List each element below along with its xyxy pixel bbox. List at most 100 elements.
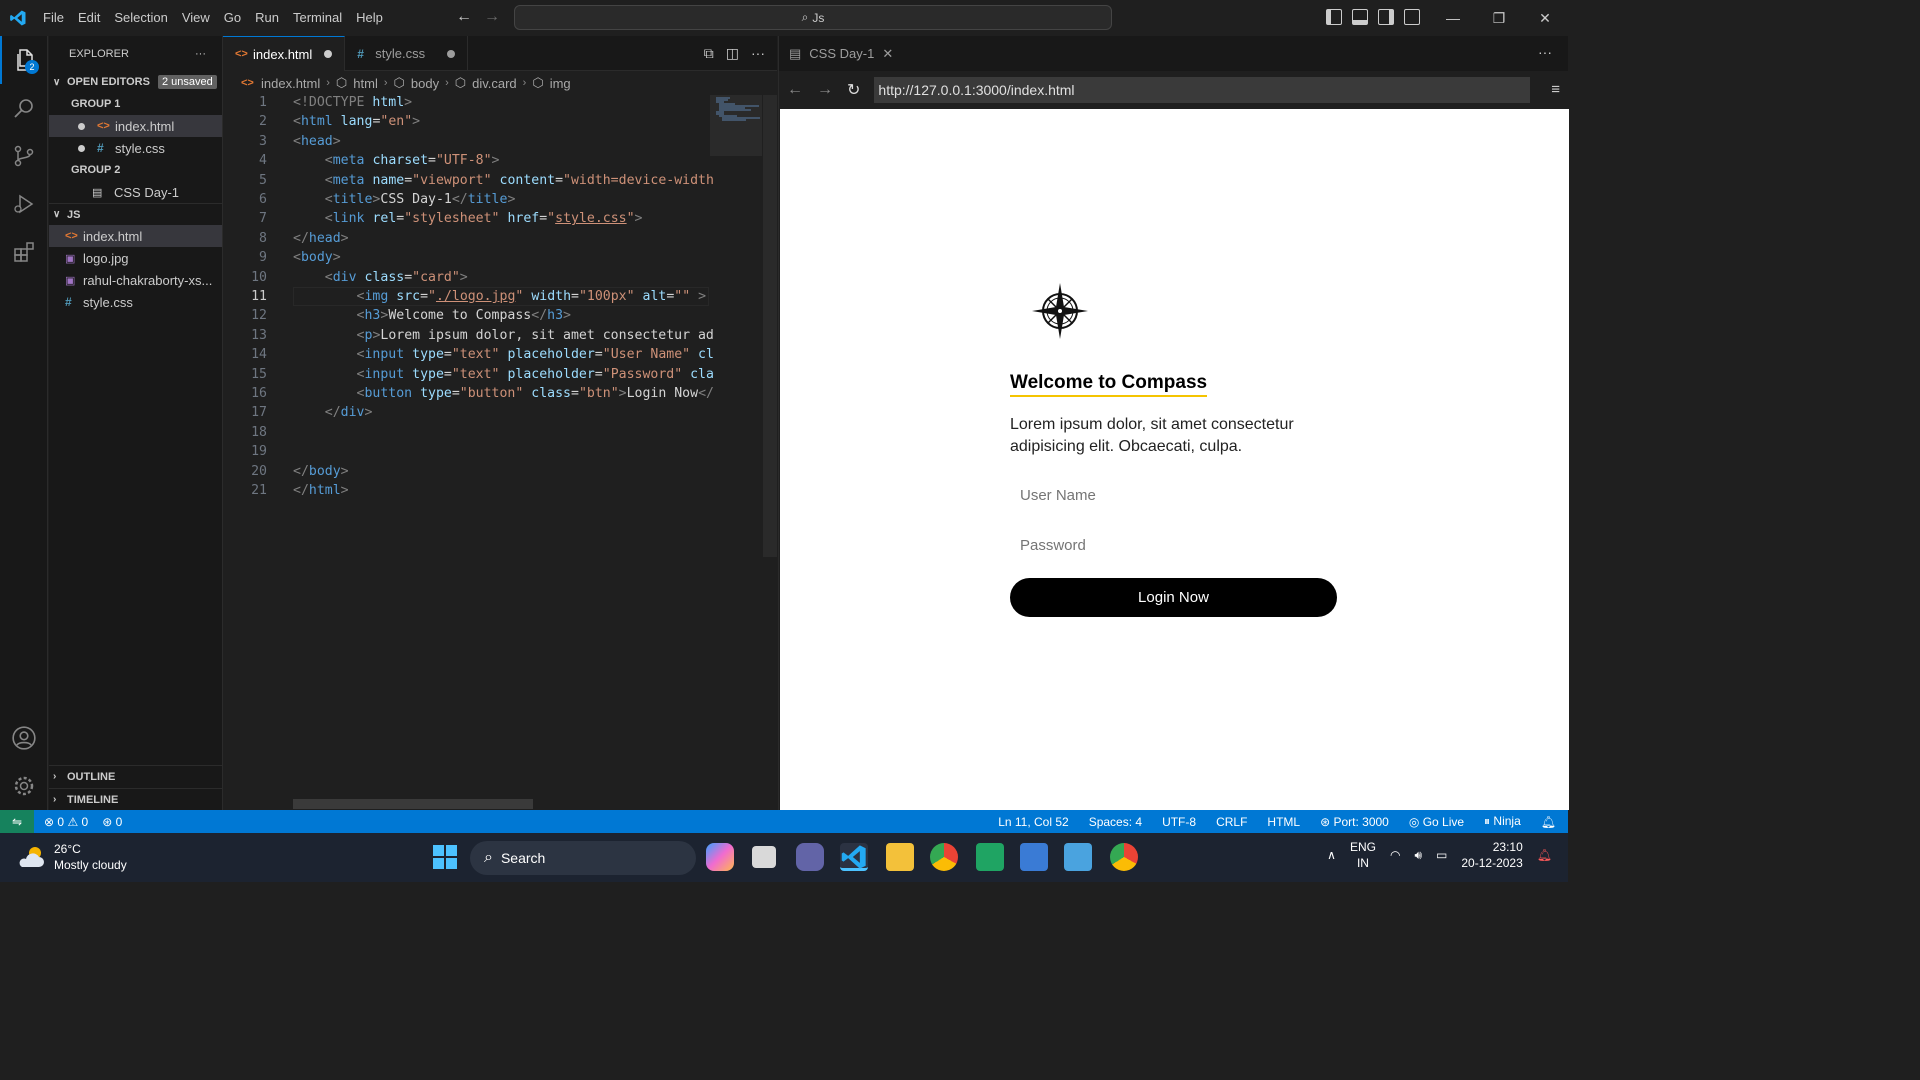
horizontal-scrollbar[interactable] bbox=[293, 799, 533, 809]
manage-activity[interactable] bbox=[0, 762, 48, 810]
search-activity[interactable] bbox=[0, 84, 48, 132]
username-input[interactable] bbox=[1010, 478, 1336, 512]
line-number[interactable]: 11 bbox=[223, 289, 267, 304]
tab-css-day-1[interactable]: ▤ CSS Day-1 ✕ bbox=[779, 36, 904, 71]
line-number[interactable]: 17 bbox=[223, 405, 267, 420]
wifi-icon[interactable]: ◠ bbox=[1390, 848, 1400, 862]
cursor-position[interactable]: Ln 11, Col 52 bbox=[998, 815, 1069, 829]
command-center[interactable]: ⌕ Js bbox=[514, 5, 1112, 30]
line-number[interactable]: 3 bbox=[223, 134, 267, 149]
split-editor-icon[interactable]: ◫ bbox=[726, 45, 739, 62]
line-number[interactable]: 7 bbox=[223, 211, 267, 226]
vertical-scrollbar[interactable] bbox=[763, 95, 777, 557]
line-number[interactable]: 4 bbox=[223, 153, 267, 168]
restore-icon[interactable]: ❐ bbox=[1476, 0, 1522, 36]
line-number[interactable]: 5 bbox=[223, 173, 267, 188]
close-icon[interactable]: ✕ bbox=[1522, 0, 1568, 36]
password-input[interactable] bbox=[1010, 528, 1336, 562]
more-actions-icon[interactable]: ··· bbox=[1538, 44, 1552, 60]
timeline-section[interactable]: › TIMELINE bbox=[49, 788, 222, 810]
forward-arrow-icon[interactable]: → bbox=[817, 81, 833, 99]
customize-layout-icon[interactable] bbox=[1404, 9, 1420, 25]
file-item[interactable]: # style.css bbox=[49, 291, 222, 313]
menu-run[interactable]: Run bbox=[248, 0, 286, 36]
line-number[interactable]: 13 bbox=[223, 328, 267, 343]
line-ending[interactable]: CRLF bbox=[1216, 815, 1247, 829]
back-arrow-icon[interactable]: ← bbox=[456, 8, 472, 26]
back-arrow-icon[interactable]: ← bbox=[787, 81, 803, 99]
remote-indicator-icon[interactable]: ⇋ bbox=[0, 810, 34, 833]
line-number[interactable]: 21 bbox=[223, 483, 267, 498]
breadcrumb-item[interactable]: body bbox=[411, 76, 439, 91]
bell-icon[interactable]: 🔔︎ bbox=[1541, 815, 1556, 829]
menu-edit[interactable]: Edit bbox=[71, 0, 107, 36]
explorer-activity[interactable]: 2 bbox=[0, 36, 48, 84]
run-debug-activity[interactable] bbox=[0, 180, 48, 228]
taskbar-search[interactable]: ⌕ Search bbox=[470, 841, 696, 875]
tab-style-css[interactable]: # style.css bbox=[345, 36, 469, 71]
forward-arrow-icon[interactable]: → bbox=[484, 8, 500, 26]
open-editor-item[interactable]: # style.css bbox=[49, 137, 222, 159]
menu-help[interactable]: Help bbox=[349, 0, 390, 36]
ports-indicator[interactable]: ⊛ 0 bbox=[102, 815, 122, 829]
close-icon[interactable]: ✕ bbox=[882, 46, 893, 62]
clock[interactable]: 23:10 20-12-2023 bbox=[1461, 839, 1522, 871]
file-item[interactable]: ▣ rahul-chakraborty-xs... bbox=[49, 269, 222, 291]
language-indicator[interactable]: ENG IN bbox=[1350, 839, 1376, 871]
open-preview-icon[interactable]: ⧉ bbox=[704, 45, 714, 62]
open-editor-item[interactable]: <> index.html bbox=[49, 115, 222, 137]
menu-view[interactable]: View bbox=[175, 0, 217, 36]
login-button[interactable]: Login Now bbox=[1010, 578, 1337, 617]
vscode-taskbar-icon[interactable] bbox=[840, 843, 868, 871]
extensions-activity[interactable] bbox=[0, 228, 48, 276]
whiteboard-icon[interactable] bbox=[976, 843, 1004, 871]
notification-bell-icon[interactable]: 🔔︎ bbox=[1537, 848, 1552, 862]
minimize-icon[interactable]: — bbox=[1430, 0, 1476, 36]
chrome-profile-icon[interactable] bbox=[1110, 843, 1138, 871]
unsaved-dot-icon[interactable] bbox=[324, 50, 333, 58]
chevron-up-icon[interactable]: ∧ bbox=[1327, 848, 1336, 862]
open-editors-section[interactable]: ∨ OPEN EDITORS 2 unsaved bbox=[49, 71, 222, 93]
more-actions-icon[interactable]: ··· bbox=[195, 48, 206, 60]
file-explorer-icon[interactable] bbox=[886, 843, 914, 871]
file-item[interactable]: <> index.html bbox=[49, 225, 222, 247]
open-editor-item[interactable]: ▤ CSS Day-1 bbox=[49, 181, 222, 203]
toggle-secondary-sidebar-icon[interactable] bbox=[1378, 9, 1394, 25]
encoding[interactable]: UTF-8 bbox=[1162, 815, 1196, 829]
code-editor[interactable]: 1 2 3 4 5 6 7 8 9 10 11 12 13 14 15 16 17 18 19 20 21 <!DOCT… bbox=[223, 95, 714, 807]
copilot-icon[interactable] bbox=[706, 843, 734, 871]
tab-index-html[interactable]: <> index.html bbox=[223, 36, 346, 71]
chrome-icon[interactable] bbox=[930, 843, 958, 871]
menu-file[interactable]: File bbox=[36, 0, 71, 36]
indentation[interactable]: Spaces: 4 bbox=[1089, 815, 1142, 829]
line-number[interactable]: 6 bbox=[223, 192, 267, 207]
task-view-icon[interactable] bbox=[752, 846, 776, 868]
line-number[interactable]: 18 bbox=[223, 425, 267, 440]
line-number[interactable]: 20 bbox=[223, 464, 267, 479]
unsaved-dot-icon[interactable] bbox=[447, 49, 456, 58]
breadcrumb-item[interactable]: div.card bbox=[472, 76, 517, 91]
outline-section[interactable]: › OUTLINE bbox=[49, 765, 222, 787]
file-item[interactable]: ▣ logo.jpg bbox=[49, 247, 222, 269]
more-actions-icon[interactable]: ··· bbox=[751, 45, 765, 62]
line-number[interactable]: 1 bbox=[223, 95, 267, 110]
menu-selection[interactable]: Selection bbox=[107, 0, 174, 36]
line-number[interactable]: 9 bbox=[223, 250, 267, 265]
line-number[interactable]: 12 bbox=[223, 308, 267, 323]
accounts-activity[interactable] bbox=[0, 714, 48, 762]
remote-desktop-icon[interactable] bbox=[1020, 843, 1048, 871]
line-number[interactable]: 10 bbox=[223, 270, 267, 285]
line-number[interactable]: 16 bbox=[223, 386, 267, 401]
line-number[interactable]: 2 bbox=[223, 114, 267, 129]
ninja-item[interactable]: ⏸ Ninja bbox=[1484, 814, 1521, 829]
minimap[interactable] bbox=[710, 95, 762, 156]
notepad-icon[interactable] bbox=[1064, 843, 1092, 871]
folder-section[interactable]: ∨ JS bbox=[49, 203, 222, 225]
line-number[interactable]: 14 bbox=[223, 347, 267, 362]
menu-go[interactable]: Go bbox=[217, 0, 248, 36]
breadcrumb-item[interactable]: index.html bbox=[261, 76, 320, 91]
live-server-port[interactable]: ⊛ Port: 3000 bbox=[1320, 815, 1389, 829]
teams-icon[interactable] bbox=[796, 843, 824, 871]
weather-widget[interactable]: 26°C Mostly cloudy bbox=[16, 841, 127, 873]
reload-icon[interactable]: ↻ bbox=[847, 80, 860, 100]
